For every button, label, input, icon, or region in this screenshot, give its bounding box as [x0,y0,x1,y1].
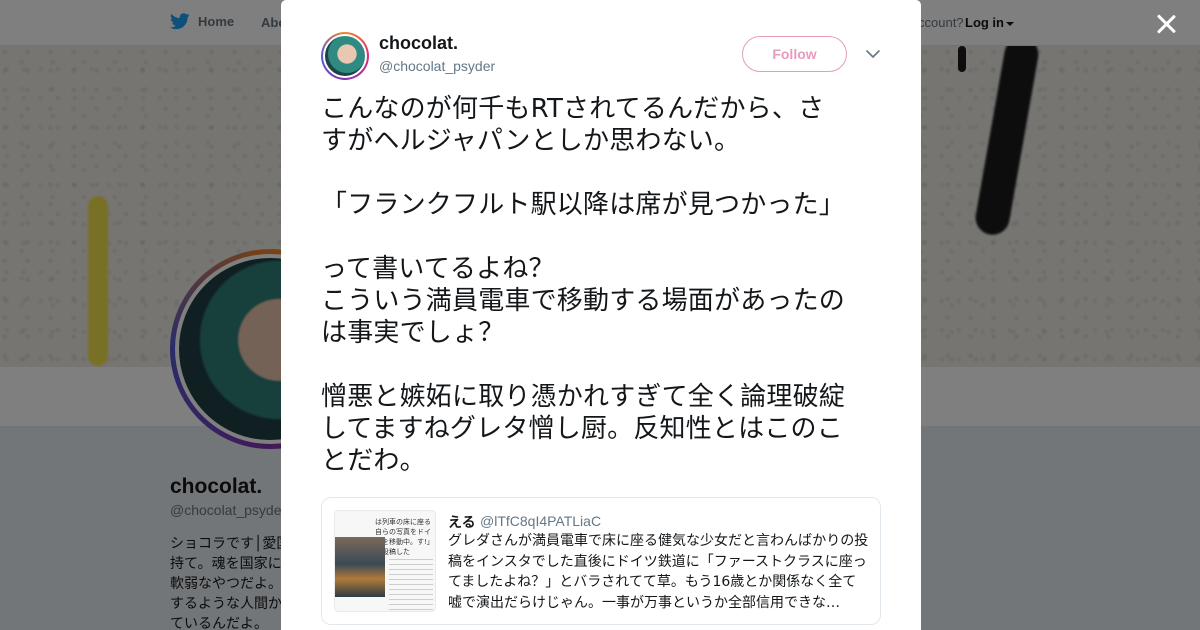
quoted-line: てましたよね？」とバラされてて草。もう16歳とか関係なく全て [448,574,857,590]
follow-button[interactable]: Follow [742,36,847,72]
tweet-line: って書いてるよね？ [321,254,555,284]
quoted-image-article-text [389,559,433,611]
quoted-tweet-card[interactable]: は列車の床に座る自らの写真をドイツを移動中。す!」と投稿した える @lTfC8… [321,497,881,625]
quoted-line: グレダさんが満員電車で床に座る健気な少女だと言わんばかりの投 [448,533,869,549]
tweet-text: こんなのが何千もRTされてるんだから、さ すがヘルジャパンとしか思わない。 「フ… [321,93,886,477]
quoted-image-photo [335,537,385,597]
tweet-line: こういう満員電車で移動する場面があったの [321,286,846,316]
tweet-line: は事実でしょ？ [321,318,505,348]
close-icon[interactable] [1155,13,1177,35]
author-avatar-photo [323,34,367,78]
quoted-author-name: える [448,514,476,530]
tweet-line: すがヘルジャパンとしか思わない。 [321,126,741,156]
quoted-author-handle: @lTfC8qI4PATLiaC [480,513,602,529]
quoted-line: 嘘で演出だらけじゃん。一事が万事というか全部信用できな… [448,594,840,611]
tweet-line: 「フランクフルト駅以降は席が見つかった」 [321,190,846,220]
quoted-line: 稿をインスタでした直後にドイツ鉄道に「ファーストクラスに座っ [448,553,867,570]
author-handle[interactable]: @chocolat_psyder [379,58,495,74]
quoted-tweet-text: グレダさんが満員電車で床に座る健気な少女だと言わんばかりの投 稿をインスタでした… [448,531,874,613]
author-name[interactable]: chocolat. [379,33,458,54]
quoted-tweet-image: は列車の床に座る自らの写真をドイツを移動中。す!」と投稿した [334,510,436,612]
tweet-modal: chocolat. @chocolat_psyder Follow こんなのが何… [281,0,921,630]
tweet-line: 憎悪と嫉妬に取り憑かれすぎて全く論理破綻 [321,382,846,412]
tweet-line: こんなのが何千もRTされてるんだから、さ [321,94,825,124]
author-avatar[interactable] [321,32,369,80]
tweet-line: とだわ。 [321,446,426,476]
tweet-line: してますねグレタ憎し厨。反知性とはこのこ [321,414,843,444]
chevron-down-icon[interactable] [864,45,882,63]
